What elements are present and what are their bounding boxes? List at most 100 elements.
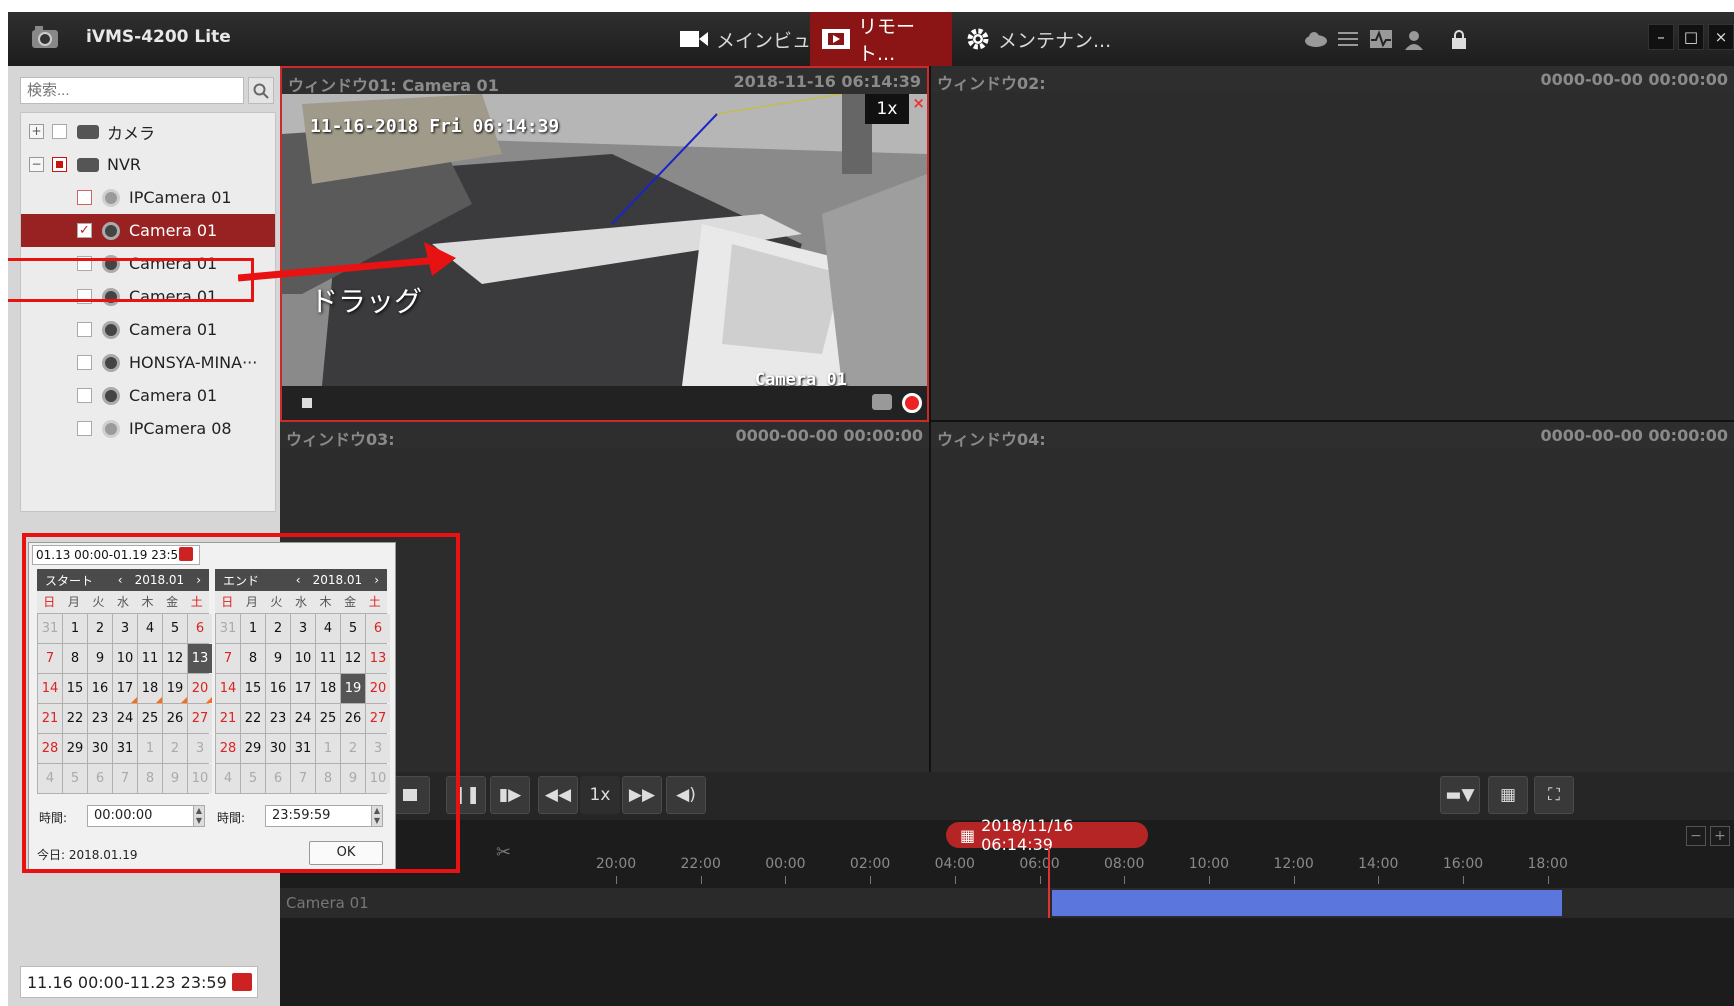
track-label: Camera 01 — [286, 894, 369, 912]
timeline-tick-label: 22:00 — [680, 856, 721, 872]
close-window-icon[interactable]: × — [912, 94, 925, 112]
timeline[interactable]: ▦ 2018/11/16 06:14:39 ✂ − + 20:00 22:00 00… — [280, 816, 1734, 1006]
cloud-icon[interactable] — [1304, 30, 1328, 48]
window-label: ウィンドウ01: Camera 01 — [288, 76, 499, 95]
frame-step-icon: ▮▶ — [498, 785, 522, 805]
camera-icon — [102, 221, 120, 240]
camera-download-icon: ▬▼ — [1445, 785, 1475, 805]
title-bar: iVMS-4200 Lite メインビュー リモート... メンテナン... –… — [8, 12, 1734, 66]
close-button[interactable]: × — [1708, 24, 1734, 50]
timeline-tick-label: 18:00 — [1527, 856, 1568, 872]
checkbox[interactable] — [77, 322, 92, 337]
list-icon[interactable] — [1338, 30, 1358, 48]
window-layout-button[interactable]: ▦ — [1488, 776, 1528, 814]
camera-icon — [102, 386, 120, 405]
calendar-icon[interactable] — [232, 973, 252, 991]
tree-item-channel[interactable]: HONSYA-MINA··· — [21, 346, 275, 379]
playback-grid: ウィンドウ01: Camera 01 2018-11-16 06:14:39 1… — [280, 66, 1734, 772]
tab-maintenance[interactable]: メンテナン... — [954, 12, 1123, 66]
timeline-tick-mark — [1124, 876, 1126, 884]
checkbox[interactable] — [52, 124, 67, 139]
search-button[interactable] — [248, 77, 274, 104]
timeline-tick-label: 16:00 — [1442, 856, 1484, 872]
calendar-highlight-box — [22, 533, 460, 873]
mute-button[interactable]: ◀) — [666, 776, 706, 814]
rewind-icon: ◀◀ — [544, 785, 572, 805]
tree-item-label: Camera 01 — [129, 386, 218, 405]
tab-remote-playback[interactable]: リモート... — [810, 12, 952, 66]
zoom-in-button[interactable]: + — [1710, 826, 1730, 846]
tree-item-channel[interactable]: IPCamera 08 — [21, 412, 275, 445]
timeline-cursor[interactable] — [1048, 848, 1050, 918]
device-icon — [77, 157, 99, 172]
video-frame[interactable]: 11-16-2018 Fri 06:14:39 ドラッグ Camera 01 1… — [282, 94, 927, 386]
download-button[interactable]: ▬▼ — [1440, 776, 1480, 814]
window-timestamp: 0000-00-00 00:00:00 — [1540, 426, 1728, 445]
ip-camera-icon — [102, 188, 120, 207]
timeline-tick-mark — [616, 876, 617, 884]
drag-arrow-icon — [238, 242, 456, 282]
playback-control-bar: ❚❚ ▮▶ ◀◀ 1x ▶▶ ◀) ▬▼ ▦ ⛶ — [280, 772, 1734, 820]
timeline-tick-label: 06:00 — [1019, 856, 1060, 872]
zoom-out-button[interactable]: − — [1686, 826, 1706, 846]
timeline-date-badge[interactable]: ▦ 2018/11/16 06:14:39 — [946, 816, 1148, 854]
speed-up-button[interactable]: ▶▶ — [622, 776, 662, 814]
checkbox[interactable] — [77, 190, 92, 205]
tree-item-channel-selected[interactable]: ✓ Camera 01 — [21, 214, 275, 247]
date-range-field[interactable]: 11.16 00:00-11.23 23:59 — [20, 966, 258, 998]
slow-down-button[interactable]: ◀◀ — [538, 776, 578, 814]
tab-maintenance-label: メンテナン... — [998, 29, 1112, 52]
timeline-tick-mark — [1547, 876, 1549, 884]
video-camera-label: Camera 01 — [754, 370, 847, 386]
collapse-icon[interactable]: − — [29, 157, 44, 172]
tree-item-label: HONSYA-MINA··· — [129, 353, 258, 372]
window-timestamp: 0000-00-00 00:00:00 — [735, 426, 923, 445]
playback-window-4[interactable]: ウィンドウ04: 0000-00-00 00:00:00 — [931, 422, 1734, 772]
timeline-tick-mark — [700, 876, 702, 884]
stop-icon[interactable] — [302, 398, 312, 408]
timeline-tick-label: 00:00 — [765, 856, 806, 872]
snapshot-icon[interactable] — [872, 394, 892, 410]
timeline-tick-mark — [785, 876, 787, 884]
timeline-tick-label: 12:00 — [1273, 856, 1314, 872]
selection-highlight-box — [8, 258, 254, 302]
tree-item-label: カメラ — [107, 123, 156, 143]
checkbox[interactable] — [77, 355, 92, 370]
tree-item-nvr[interactable]: − NVR — [21, 148, 275, 181]
checkbox[interactable] — [77, 388, 92, 403]
timeline-tick-mark — [1378, 876, 1380, 884]
film-icon — [822, 29, 850, 49]
minimize-button[interactable]: – — [1648, 24, 1674, 50]
timeline-zoom-controls: − + — [1686, 826, 1730, 846]
maximize-button[interactable]: □ — [1678, 24, 1704, 50]
user-icon[interactable] — [1404, 30, 1424, 50]
search-input[interactable] — [20, 77, 244, 104]
checkbox[interactable] — [52, 157, 67, 172]
tree-item-channel[interactable]: Camera 01 — [21, 379, 275, 412]
tree-item-label: Camera 01 — [129, 320, 218, 339]
playback-window-2[interactable]: ウィンドウ02: 0000-00-00 00:00:00 — [931, 66, 1734, 420]
device-icon — [77, 124, 99, 139]
timeline-tick-mark — [870, 876, 872, 884]
tree-item-camera-group[interactable]: + カメラ — [21, 115, 275, 148]
expand-icon[interactable]: + — [29, 124, 44, 139]
recording-segment[interactable] — [1052, 890, 1562, 916]
fullscreen-icon: ⛶ — [1548, 785, 1560, 805]
fast-forward-icon: ▶▶ — [628, 785, 656, 805]
timeline-tick-label: 04:00 — [934, 856, 975, 872]
speaker-mute-icon: ◀) — [676, 785, 696, 805]
checkbox-checked[interactable]: ✓ — [77, 223, 92, 238]
lock-icon[interactable] — [1450, 30, 1468, 50]
window-header: ウィンドウ03: 0000-00-00 00:00:00 — [280, 422, 929, 449]
tab-remote-playback-label: リモート... — [858, 16, 916, 65]
frame-step-button[interactable]: ▮▶ — [490, 776, 530, 814]
tree-item-channel[interactable]: Camera 01 — [21, 313, 275, 346]
checkbox[interactable] — [77, 421, 92, 436]
record-icon[interactable] — [902, 393, 922, 413]
activity-icon[interactable] — [1370, 30, 1392, 48]
fullscreen-button[interactable]: ⛶ — [1534, 776, 1574, 814]
window-timestamp: 2018-11-16 06:14:39 — [733, 72, 921, 91]
tree-item-channel[interactable]: IPCamera 01 — [21, 181, 275, 214]
window-header: ウィンドウ04: 0000-00-00 00:00:00 — [931, 422, 1734, 449]
timeline-tick-label: 08:00 — [1104, 856, 1145, 872]
